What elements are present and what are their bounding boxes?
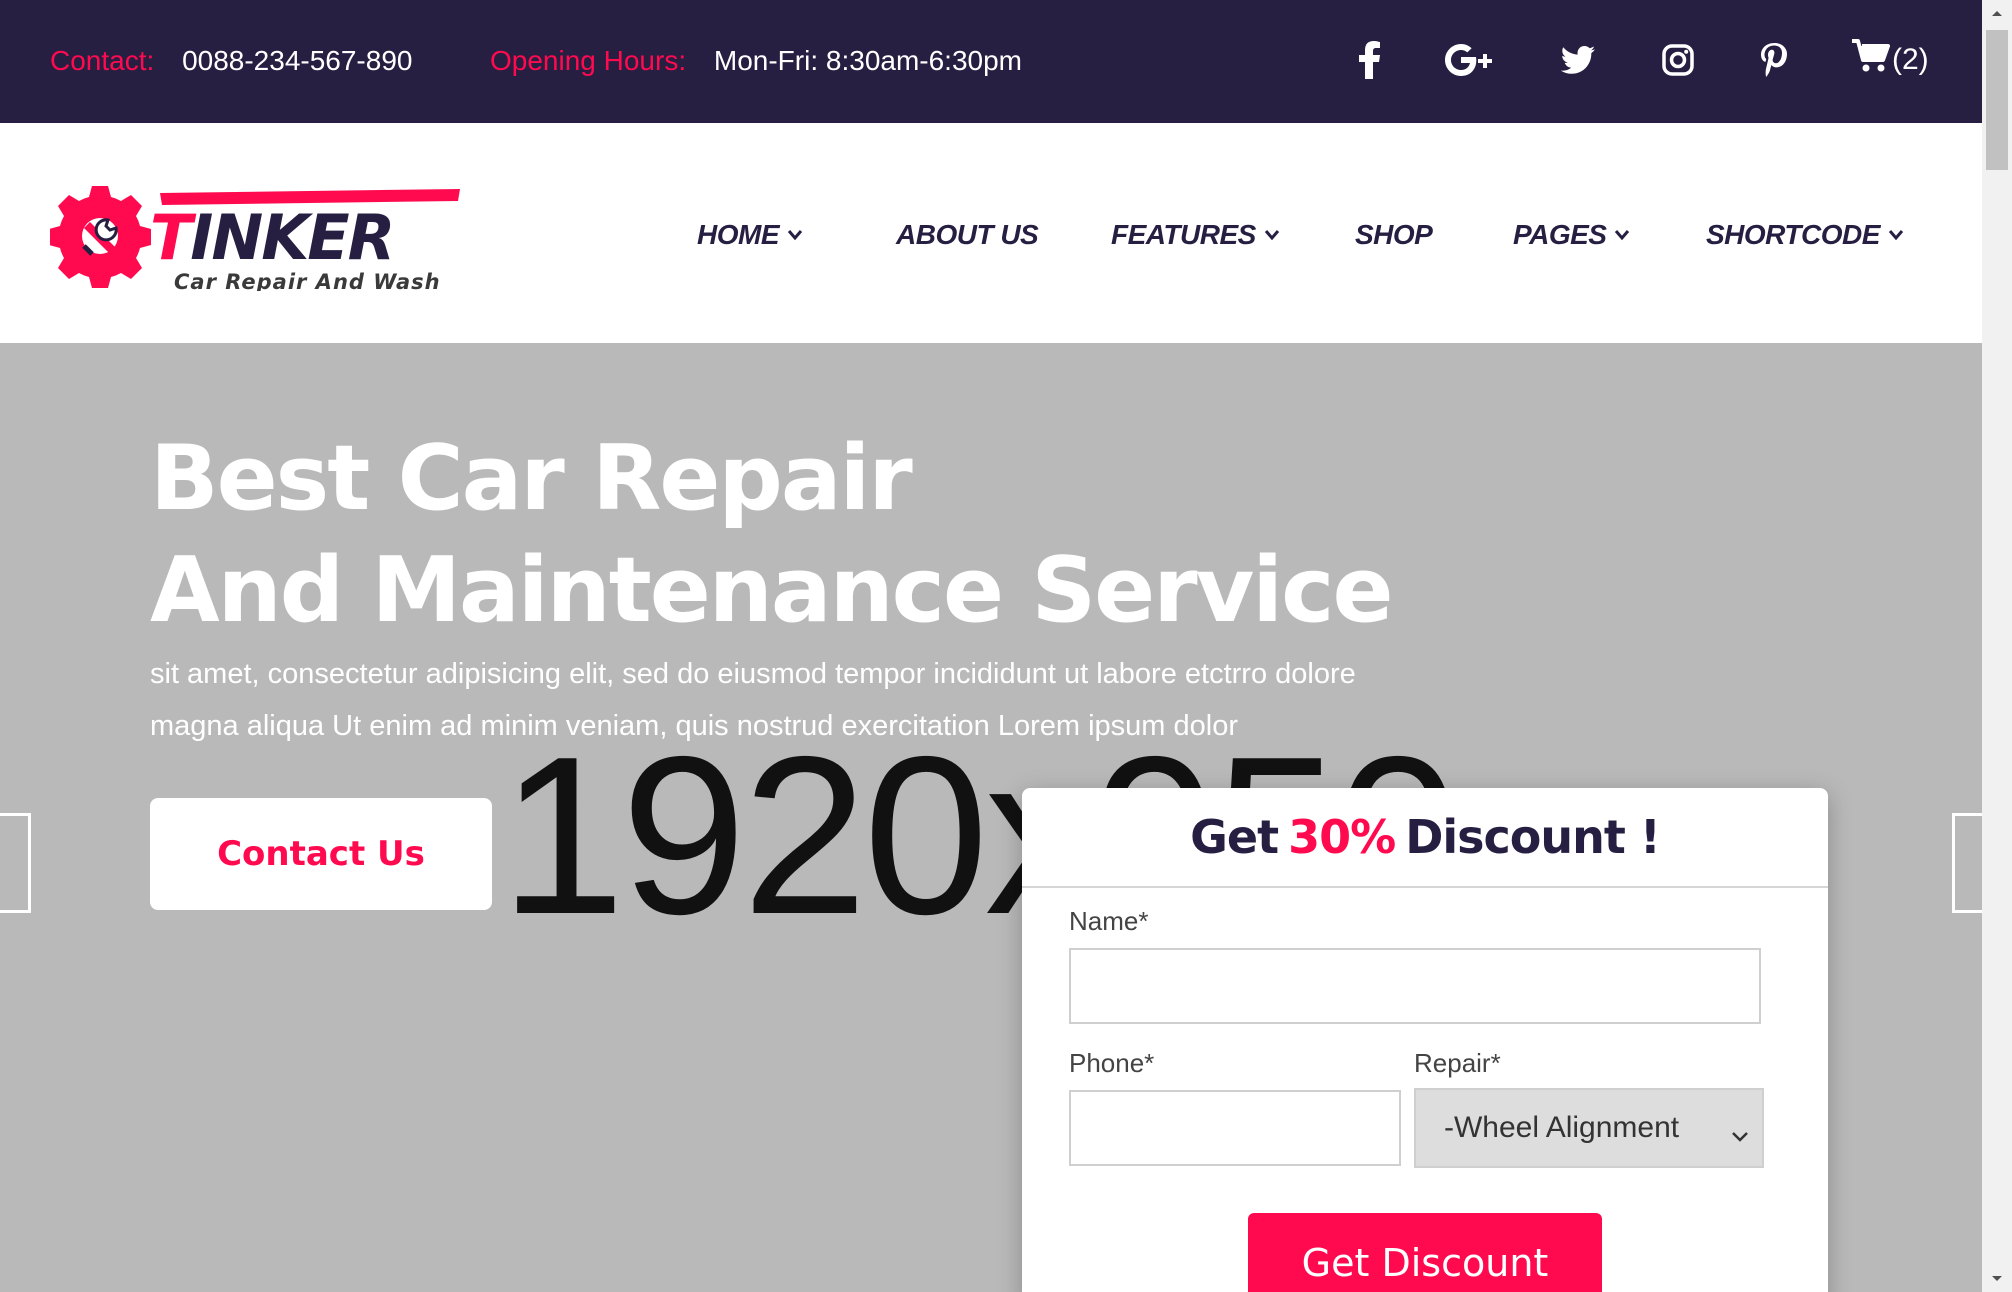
phone-field-label: Phone* (1069, 1048, 1155, 1078)
google-plus-icon[interactable] (1444, 34, 1496, 86)
nav-label: FEATURES (1111, 219, 1256, 250)
nav-home[interactable]: HOME (697, 215, 803, 255)
contact-us-button[interactable]: Contact Us (150, 798, 492, 910)
discount-title-percent: 30% (1288, 810, 1396, 864)
pinterest-icon[interactable] (1748, 34, 1800, 86)
contact-phone[interactable]: 0088-234-567-890 (182, 45, 412, 76)
logo-brand-first-letter: TINKER (150, 201, 393, 274)
chevron-down-icon (1614, 229, 1630, 241)
page-scrollbar[interactable] (1982, 0, 2012, 1292)
name-field[interactable] (1069, 948, 1761, 1024)
nav-shortcode[interactable]: SHORTCODE (1706, 215, 1904, 255)
repair-select[interactable]: -Wheel Alignment (1414, 1088, 1764, 1168)
hero-title-line-1: Best Car Repair (150, 426, 913, 531)
hero-title: Best Car Repair And Maintenance Service (150, 423, 1394, 647)
chevron-down-icon (1888, 229, 1904, 241)
hero-slider: 1920x950 Best Car Repair And Maintenance… (0, 343, 1982, 1292)
chevron-down-icon (1730, 1118, 1750, 1152)
nav-label: SHORTCODE (1706, 219, 1880, 250)
nav-label: SHOP (1355, 219, 1433, 250)
chevron-down-icon (787, 229, 803, 241)
repair-field-label: Repair* (1414, 1048, 1501, 1078)
facebook-icon[interactable] (1344, 34, 1396, 86)
scrollbar-thumb[interactable] (1986, 30, 2008, 170)
contact-label: Contact: (50, 45, 155, 76)
name-field-label: Name* (1069, 906, 1149, 936)
twitter-icon[interactable] (1552, 34, 1604, 86)
nav-shop[interactable]: SHOP (1355, 215, 1433, 255)
nav-pages[interactable]: PAGES (1513, 215, 1630, 255)
hero-title-line-2: And Maintenance Service (150, 538, 1394, 643)
scroll-down-arrow-icon[interactable] (1982, 1266, 2012, 1292)
discount-title-prefix: Get (1190, 810, 1279, 864)
cart-icon (1852, 39, 1892, 81)
main-header: TINKER Car Repair And Wash HOME ABOUT US… (0, 123, 1982, 343)
cart-button[interactable]: (2) (1852, 38, 1929, 82)
discount-title-suffix: Discount ! (1405, 810, 1661, 864)
logo-tagline: Car Repair And Wash (174, 270, 441, 291)
hero-subtitle-line-2: magna aliqua Ut enim ad minim veniam, qu… (150, 710, 1239, 742)
opening-hours-info: Opening Hours: Mon-Fri: 8:30am-6:30pm (490, 44, 1022, 78)
opening-hours-label: Opening Hours: (490, 45, 687, 76)
hero-subtitle-line-1: sit amet, consectetur adipisicing elit, … (150, 658, 1356, 690)
nav-features[interactable]: FEATURES (1111, 215, 1280, 255)
gear-wrench-icon (49, 186, 151, 288)
nav-about-us[interactable]: ABOUT US (896, 215, 1039, 255)
contact-info: Contact: 0088-234-567-890 (50, 44, 412, 78)
repair-selected-value: -Wheel Alignment (1444, 1111, 1680, 1144)
phone-field[interactable] (1069, 1090, 1401, 1166)
slider-next-arrow[interactable] (1952, 813, 1982, 913)
site-logo[interactable]: TINKER Car Repair And Wash (49, 181, 460, 294)
get-discount-button[interactable]: Get Discount (1248, 1213, 1602, 1292)
nav-label: ABOUT US (896, 219, 1039, 250)
opening-hours-value: Mon-Fri: 8:30am-6:30pm (713, 45, 1022, 76)
cart-count: (2) (1892, 43, 1929, 76)
hero-subtitle: sit amet, consectetur adipisicing elit, … (150, 648, 1550, 752)
instagram-icon[interactable] (1652, 34, 1704, 86)
top-bar: Contact: 0088-234-567-890 Opening Hours:… (0, 0, 1982, 123)
chevron-down-icon (1264, 229, 1280, 241)
nav-label: PAGES (1513, 219, 1607, 250)
nav-label: HOME (697, 219, 780, 250)
discount-form-title: Get 30% Discount ! (1022, 788, 1828, 888)
discount-form-card: Get 30% Discount ! Name* Phone* Repair* … (1022, 788, 1828, 1292)
slider-prev-arrow[interactable] (0, 813, 31, 913)
scroll-up-arrow-icon[interactable] (1982, 0, 2012, 26)
